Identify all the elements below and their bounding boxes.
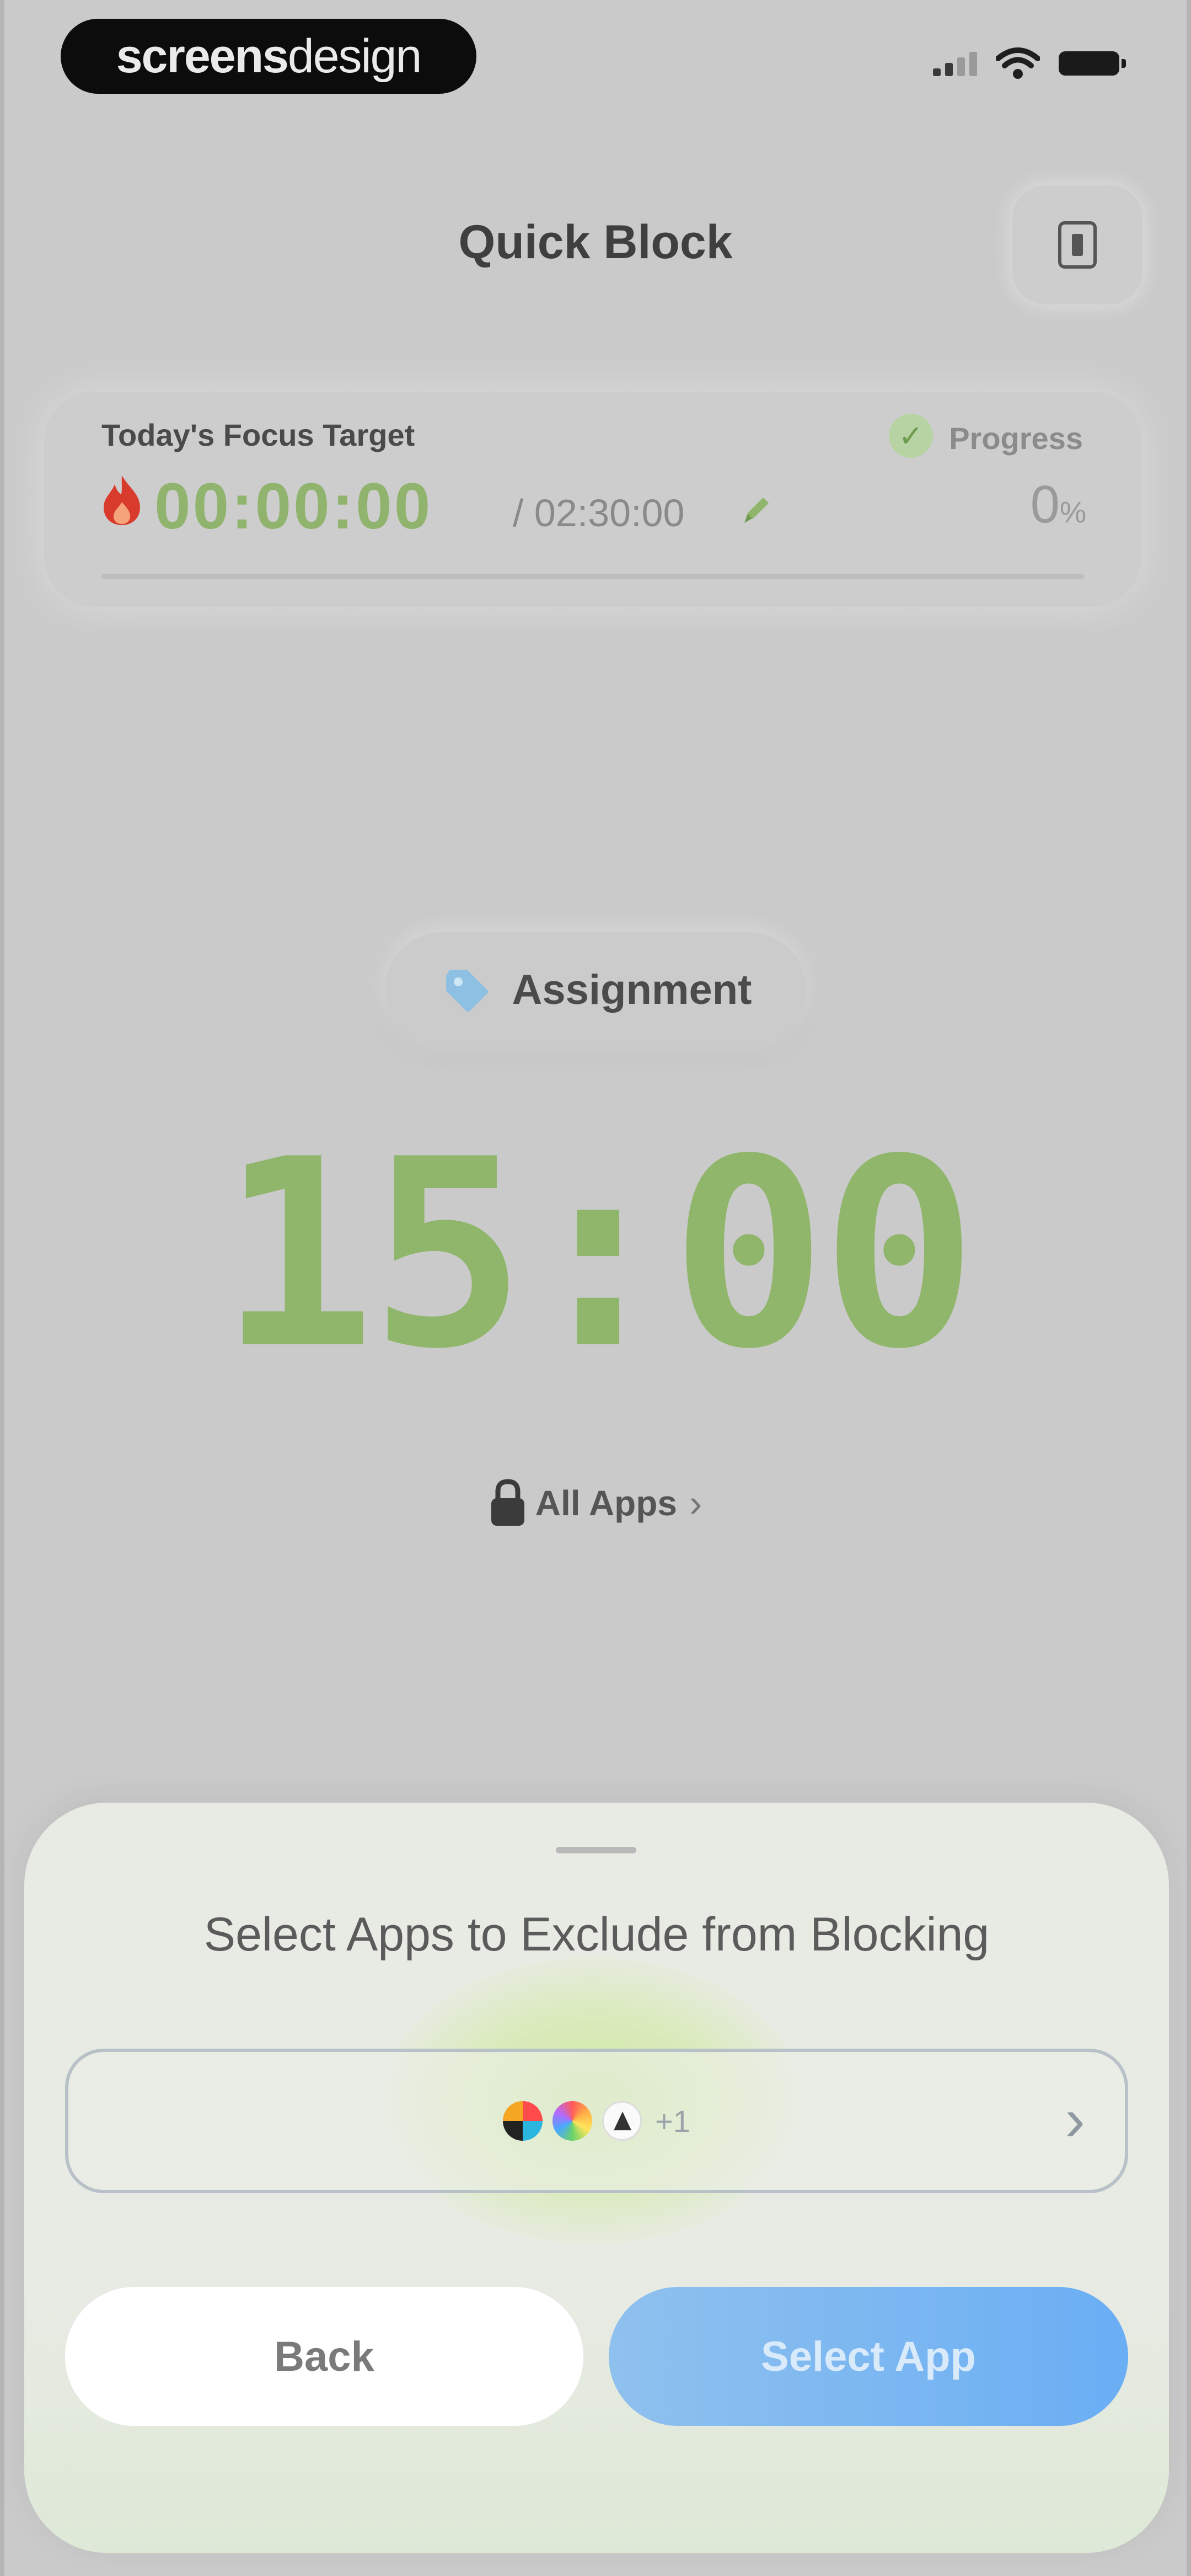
info-icon xyxy=(1058,221,1097,269)
battery-icon xyxy=(1059,51,1126,76)
signal-icon xyxy=(933,51,977,76)
progress-track xyxy=(101,574,1084,579)
block-scope-label: All Apps xyxy=(535,1483,677,1523)
back-button[interactable]: Back xyxy=(65,2287,583,2426)
focus-target-card: Today's Focus Target ✓ Progress 00:00:00… xyxy=(44,392,1141,607)
target-time: / 02:30:00 xyxy=(513,491,685,535)
block-scope-selector[interactable]: All Apps › xyxy=(0,1478,1191,1528)
app-icon xyxy=(503,2101,543,2141)
info-button[interactable] xyxy=(1012,185,1142,304)
extra-apps-count: +1 xyxy=(655,2103,690,2139)
app-icon xyxy=(602,2101,642,2141)
progress-label: Progress xyxy=(949,421,1083,456)
brand-badge: screensdesign xyxy=(61,19,476,94)
progress-percent: 0% xyxy=(1031,474,1086,535)
pencil-icon[interactable] xyxy=(740,493,773,526)
tag-icon xyxy=(446,970,488,1012)
photos-app-icon xyxy=(552,2101,593,2141)
chevron-right-icon: › xyxy=(1065,2086,1085,2153)
sheet-title: Select Apps to Exclude from Blocking xyxy=(203,1908,990,1961)
lock-icon xyxy=(491,1479,524,1526)
countdown-timer[interactable]: 15:00 xyxy=(0,1125,1191,1385)
exclude-apps-sheet: Select Apps to Exclude from Blocking +1 … xyxy=(24,1803,1169,2553)
excluded-apps-field[interactable]: +1 › xyxy=(65,2049,1128,2193)
sheet-grabber[interactable] xyxy=(556,1847,636,1853)
brand-light: design xyxy=(287,29,422,83)
assignment-tag-button[interactable]: Assignment xyxy=(385,932,806,1047)
brand-bold: screens xyxy=(116,29,289,83)
check-icon: ✓ xyxy=(889,414,933,458)
elapsed-time: 00:00:00 xyxy=(154,470,433,543)
chevron-right-icon: › xyxy=(689,1482,702,1525)
focus-target-label: Today's Focus Target xyxy=(101,418,415,452)
app-screen: screensdesign Quick Block Today's Focus … xyxy=(0,0,1191,2576)
progress-percent-unit: % xyxy=(1059,496,1086,529)
progress-percent-value: 0 xyxy=(1030,475,1060,534)
status-icons xyxy=(933,47,1126,79)
assignment-label: Assignment xyxy=(512,966,752,1013)
brand-logo: screensdesign xyxy=(116,29,422,84)
select-app-button[interactable]: Select App xyxy=(609,2287,1128,2426)
wifi-icon xyxy=(996,47,1040,79)
flame-icon xyxy=(104,475,140,525)
